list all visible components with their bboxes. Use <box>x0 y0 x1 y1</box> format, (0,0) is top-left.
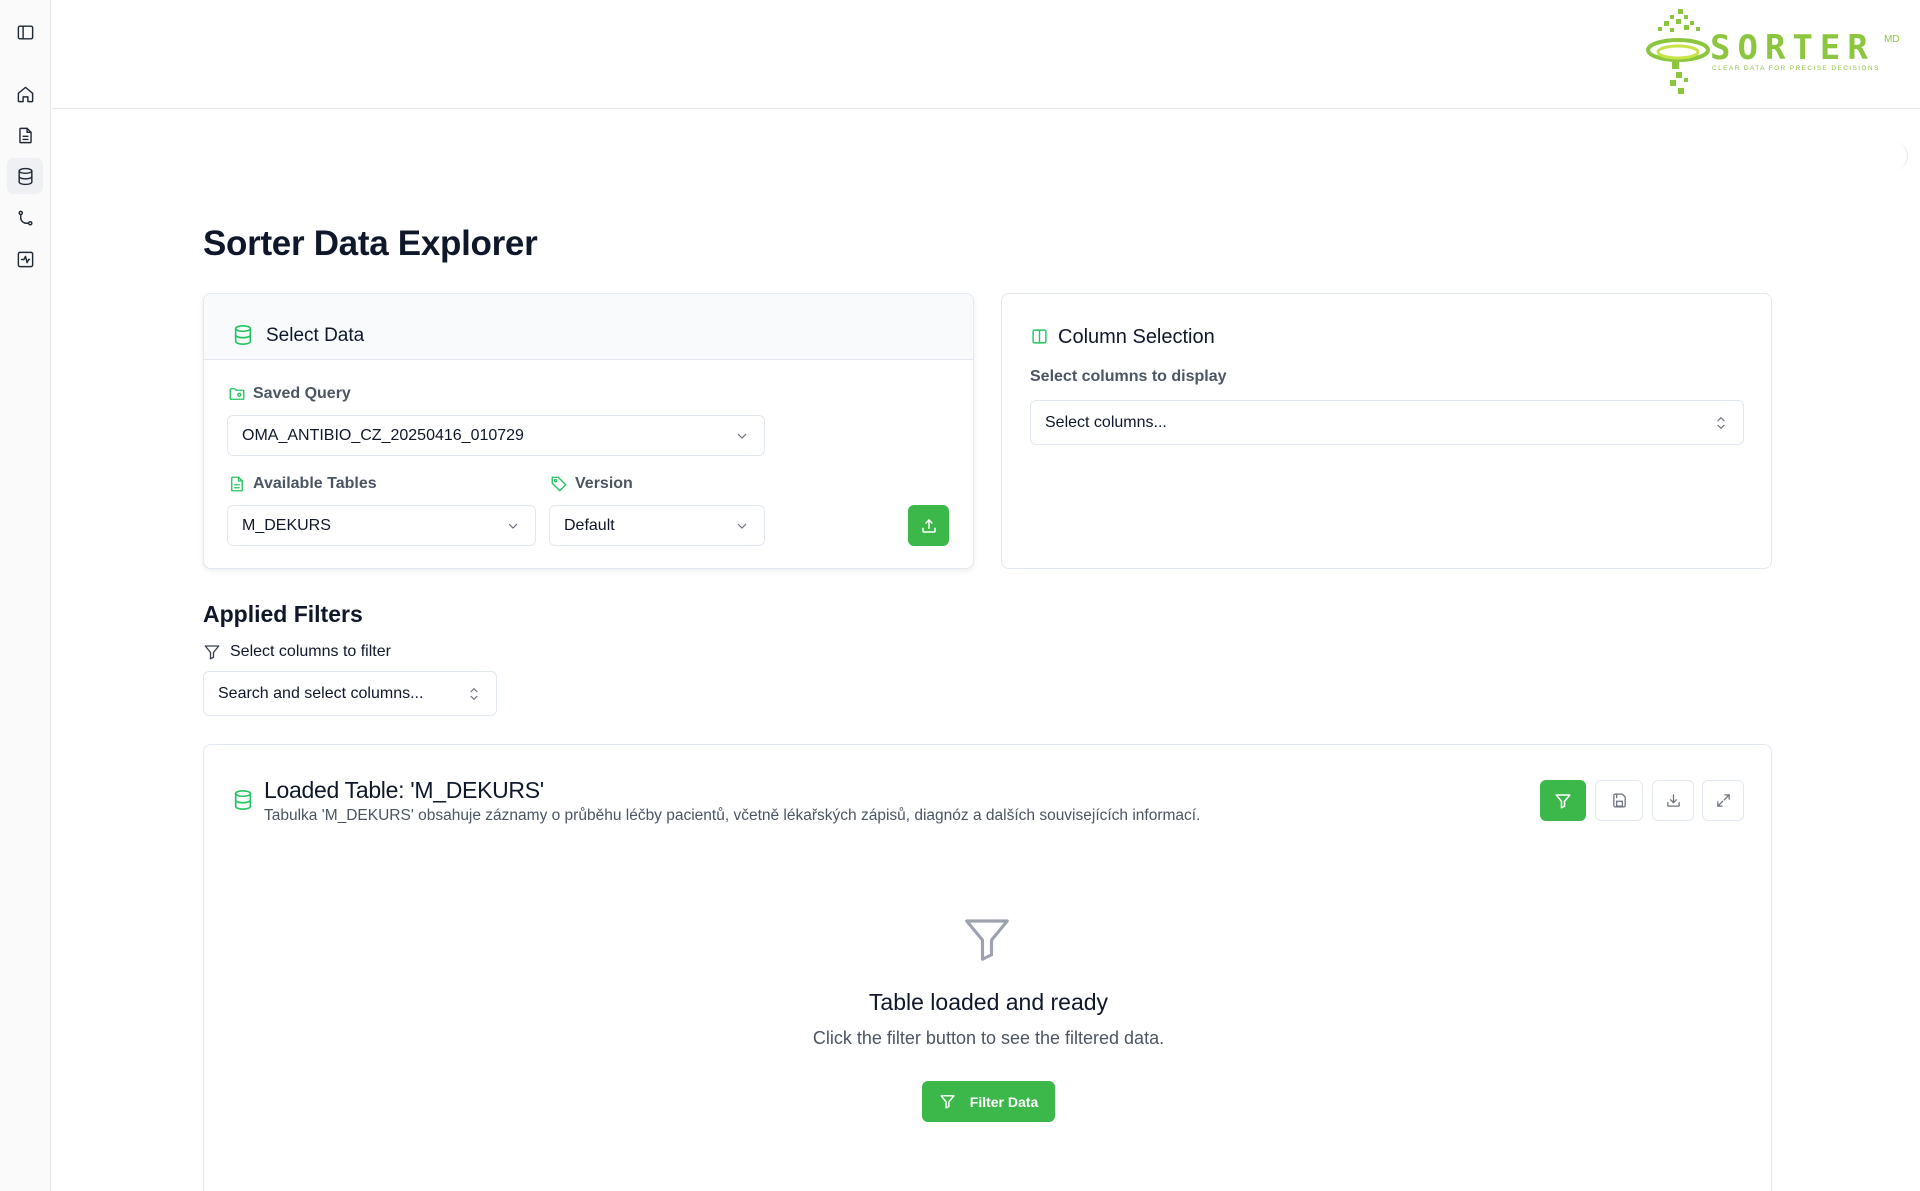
version-select[interactable]: Default <box>549 505 765 546</box>
tag-icon <box>550 475 568 493</box>
filter-columns-placeholder: Search and select columns... <box>218 684 424 702</box>
chevron-down-icon <box>734 518 750 539</box>
sidebar-item-documents[interactable] <box>7 117 43 153</box>
download-button[interactable] <box>1652 780 1694 821</box>
page-title: Sorter Data Explorer <box>203 224 538 263</box>
filter-toggle-button[interactable] <box>1540 780 1586 821</box>
sidebar-item-activity[interactable] <box>7 241 43 277</box>
download-icon <box>1665 792 1682 809</box>
saved-query-label: Saved Query <box>253 385 351 402</box>
filter-columns-label: Select columns to filter <box>230 643 391 660</box>
expand-icon <box>1715 792 1732 809</box>
column-selection-hint: Select columns to display <box>1030 368 1227 385</box>
save-icon <box>1611 792 1628 809</box>
saved-query-value: OMA_ANTIBIO_CZ_20250416_010729 <box>242 426 524 444</box>
column-selection-placeholder: Select columns... <box>1045 413 1167 431</box>
sidebar-toggle-icon <box>16 23 35 42</box>
version-label: Version <box>575 475 633 492</box>
select-data-title: Select Data <box>266 325 365 346</box>
filter-empty-state-icon <box>960 912 1014 966</box>
column-selection-card: Column Selection Select columns to displ… <box>1001 293 1772 569</box>
loaded-table-description: Tabulka 'M_DEKURS' obsahuje záznamy o pr… <box>264 807 1201 824</box>
upload-icon <box>920 517 938 535</box>
column-selection-select[interactable]: Select columns... <box>1030 400 1744 445</box>
database-icon <box>16 167 35 186</box>
available-tables-value: M_DEKURS <box>242 516 331 534</box>
folder-icon <box>228 385 246 403</box>
sidebar <box>0 0 51 1191</box>
database-icon <box>232 789 254 811</box>
chevrons-up-down-icon <box>1713 415 1729 436</box>
logo-tagline: CLEAR DATA FOR PRECISE DECISIONS <box>1712 65 1880 72</box>
filter-icon <box>203 643 221 661</box>
empty-state-hint: Click the filter button to see the filte… <box>812 1028 1165 1048</box>
filter-icon <box>1554 792 1572 810</box>
sidebar-item-home[interactable] <box>7 76 43 112</box>
applied-filters-title: Applied Filters <box>203 601 363 627</box>
home-icon <box>16 85 35 104</box>
sorter-logo[interactable]: SORTER MD CLEAR DATA FOR PRECISE DECISIO… <box>1640 6 1910 102</box>
chevron-down-icon <box>505 518 521 539</box>
columns-icon <box>1031 328 1048 345</box>
sidebar-item-workflows[interactable] <box>7 200 43 236</box>
column-selection-title: Column Selection <box>1058 326 1215 348</box>
loaded-table-title: Loaded Table: 'M_DEKURS' <box>264 777 544 803</box>
chevron-down-icon <box>734 428 750 449</box>
logo-mark-icon <box>1646 9 1710 94</box>
filter-data-button-label: Filter Data <box>969 1093 1039 1110</box>
filter-columns-select[interactable]: Search and select columns... <box>203 671 497 716</box>
git-branch-icon <box>16 209 35 228</box>
document-icon <box>16 126 35 145</box>
filter-data-button[interactable]: Filter Data <box>922 1081 1055 1122</box>
database-icon <box>232 324 254 346</box>
activity-icon <box>16 250 35 269</box>
upload-button[interactable] <box>908 505 949 546</box>
chevrons-up-down-icon <box>466 686 482 707</box>
corner-decoration <box>1892 142 1908 170</box>
save-button[interactable] <box>1595 780 1643 821</box>
sidebar-toggle-button[interactable] <box>7 14 43 50</box>
sidebar-item-data[interactable] <box>7 158 43 194</box>
select-data-card: Select Data Saved Query OMA_ANTIBIO_CZ_2… <box>203 293 974 569</box>
top-header: SORTER MD CLEAR DATA FOR PRECISE DECISIO… <box>52 0 1920 109</box>
filter-icon <box>939 1093 956 1110</box>
file-text-icon <box>228 475 246 493</box>
logo-superscript: MD <box>1884 34 1900 45</box>
available-tables-label: Available Tables <box>253 475 377 492</box>
version-value: Default <box>564 516 615 534</box>
loaded-table-card: Loaded Table: 'M_DEKURS' Tabulka 'M_DEKU… <box>203 744 1772 1191</box>
empty-state-title: Table loaded and ready <box>868 989 1109 1015</box>
saved-query-select[interactable]: OMA_ANTIBIO_CZ_20250416_010729 <box>227 415 765 456</box>
expand-button[interactable] <box>1702 780 1744 821</box>
logo-wordmark: SORTER <box>1710 28 1875 68</box>
available-tables-select[interactable]: M_DEKURS <box>227 505 536 546</box>
